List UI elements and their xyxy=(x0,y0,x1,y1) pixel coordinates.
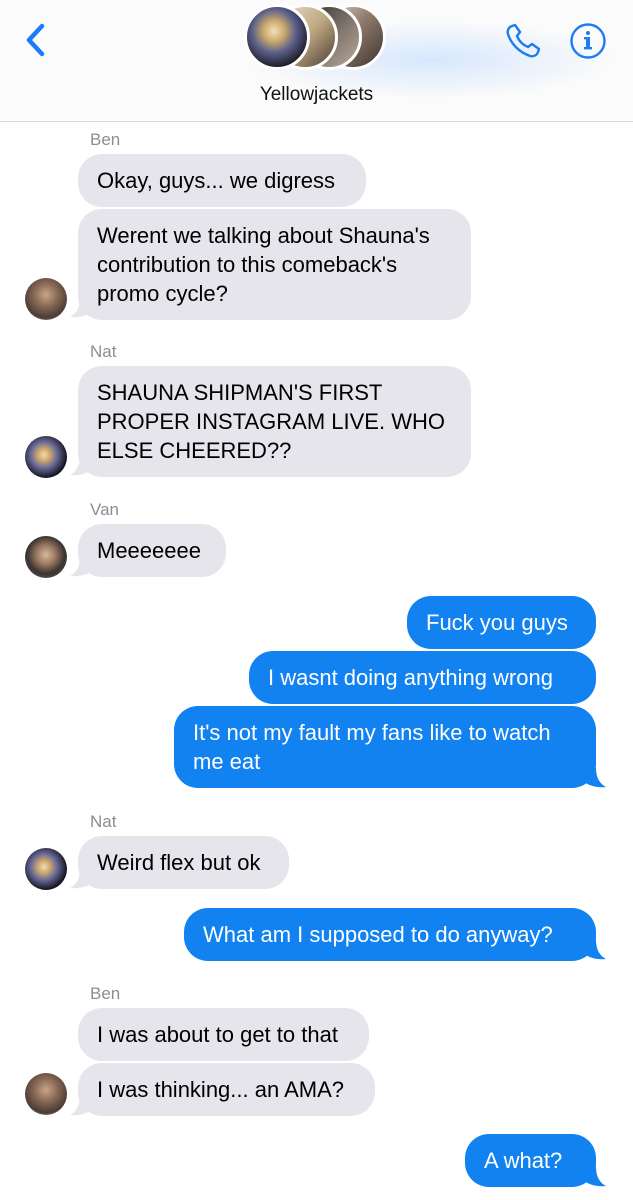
back-button[interactable] xyxy=(22,20,52,60)
message-bubble-incoming[interactable]: Meeeeeee xyxy=(78,524,226,577)
bubble-tail xyxy=(584,940,606,960)
message-bubble-outgoing[interactable]: A what? xyxy=(465,1134,596,1187)
bubble-tail xyxy=(70,1096,92,1116)
sender-label: Van xyxy=(90,500,119,519)
message-bubble-outgoing[interactable]: I wasnt doing anything wrong xyxy=(249,651,596,704)
message-bubble-outgoing[interactable]: It's not my fault my fans like to watch … xyxy=(174,706,596,788)
group-avatar-1 xyxy=(244,4,310,70)
message-bubble-outgoing[interactable]: What am I supposed to do anyway? xyxy=(184,908,596,961)
info-button[interactable] xyxy=(568,20,608,60)
message-thread[interactable]: Ben Okay, guys... we digress Werent we t… xyxy=(0,122,633,1200)
avatar-nat[interactable] xyxy=(25,436,67,478)
message-bubble-incoming[interactable]: Weird flex but ok xyxy=(78,836,289,889)
bubble-tail xyxy=(70,869,92,889)
sender-label: Nat xyxy=(90,342,117,361)
message-bubble-incoming[interactable]: I was thinking... an AMA? xyxy=(78,1063,375,1116)
message-bubble-incoming[interactable]: Okay, guys... we digress xyxy=(78,154,366,207)
message-bubble-incoming[interactable]: I was about to get to that xyxy=(78,1008,369,1061)
group-name[interactable]: Yellowjackets xyxy=(0,84,633,106)
sender-label: Ben xyxy=(90,130,121,149)
bubble-tail xyxy=(70,298,92,318)
phone-icon xyxy=(506,23,541,58)
bubble-tail xyxy=(584,1167,606,1187)
bubble-tail xyxy=(584,768,606,788)
sender-label: Ben xyxy=(90,984,121,1003)
avatar-ben[interactable] xyxy=(25,278,67,320)
info-icon xyxy=(570,23,606,59)
message-bubble-incoming[interactable]: SHAUNA SHIPMAN'S FIRST PROPER INSTAGRAM … xyxy=(78,366,471,477)
message-bubble-outgoing[interactable]: Fuck you guys xyxy=(407,596,596,649)
bubble-tail xyxy=(70,557,92,577)
avatar-van[interactable] xyxy=(25,536,67,578)
group-avatars[interactable] xyxy=(244,4,394,74)
avatar-nat[interactable] xyxy=(25,848,67,890)
conversation-header: Yellowjackets xyxy=(0,0,633,122)
bubble-tail xyxy=(70,456,92,476)
call-button[interactable] xyxy=(502,20,544,62)
avatar-ben[interactable] xyxy=(25,1073,67,1115)
chevron-left-icon xyxy=(26,23,45,57)
sender-label: Nat xyxy=(90,812,117,831)
message-bubble-incoming[interactable]: Werent we talking about Shauna's contrib… xyxy=(78,209,471,320)
